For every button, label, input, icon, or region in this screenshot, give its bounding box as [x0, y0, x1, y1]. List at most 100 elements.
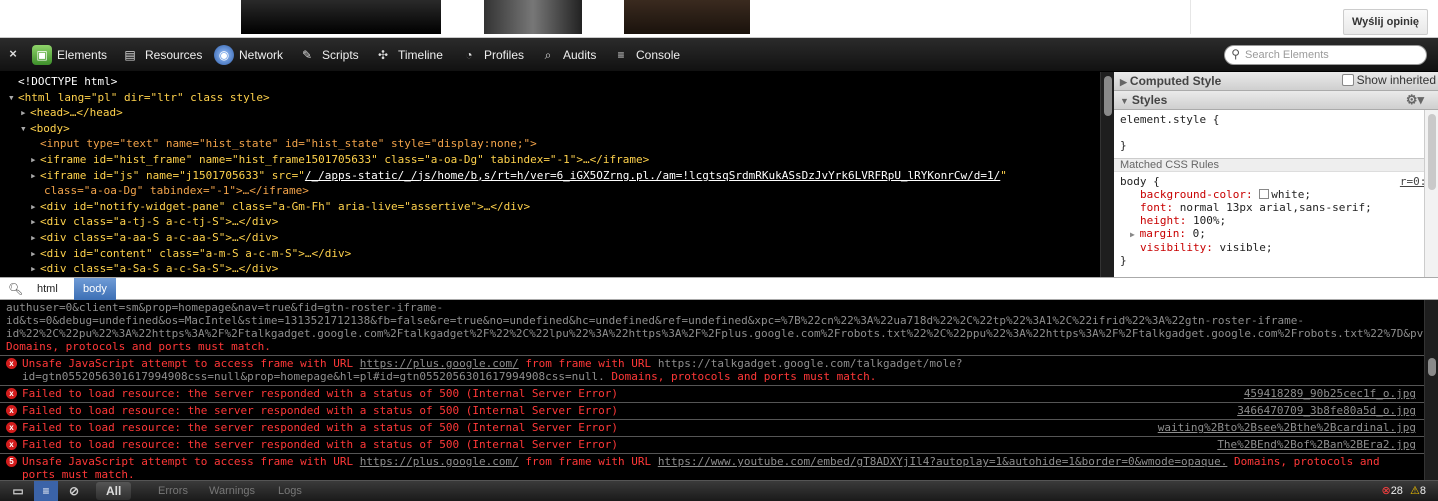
dom-node[interactable]: ▾ <body> [0, 121, 1100, 137]
dom-node[interactable]: ▸ <div class="a-tj-S a-c-tj-S">…</div> [0, 214, 1100, 230]
error-count-icon: ⊗ [1381, 485, 1391, 497]
filter-logs-button[interactable]: Logs [278, 481, 302, 501]
scroll-thumb[interactable] [1428, 358, 1436, 376]
console-message[interactable]: x Failed to load resource: the server re… [0, 386, 1424, 403]
dom-node[interactable]: ▸ <div class="a-aa-S a-c-aa-S">…</div> [0, 230, 1100, 246]
gear-icon[interactable]: ⚙▾ [1406, 91, 1424, 109]
collapse-arrow-icon[interactable]: ▸ [30, 199, 40, 214]
message-text: Failed to load resource: the server resp… [22, 404, 619, 417]
search-icon: ⚲ [1231, 47, 1240, 61]
dom-node[interactable]: ▸ <iframe id="js" name="j1501705633" src=… [0, 168, 1100, 184]
expand-arrow-icon[interactable]: ▾ [8, 90, 18, 105]
photo-thumbnail[interactable] [241, 0, 441, 34]
collapse-arrow-icon[interactable]: ▸ [30, 246, 40, 261]
url-link[interactable]: https://plus.google.com/ [360, 455, 519, 468]
dom-node[interactable]: <input type="text" name="hist_state" id=… [0, 136, 1100, 152]
resource-link[interactable]: 3466470709_3b8fe80a5d_o.jpg [1237, 404, 1416, 417]
console-message[interactable]: 5 Unsafe JavaScript attempt to access fr… [0, 454, 1424, 480]
tab-resources[interactable]: ▤ Resources [120, 44, 202, 66]
message-counts[interactable]: ⊗28 ⚠8 [1381, 484, 1426, 497]
search-elements-input[interactable]: Search Elements [1224, 45, 1427, 65]
console-scrollbar[interactable] [1424, 300, 1438, 480]
page-content-area: Wyślij opinię [0, 0, 1438, 38]
tab-audits[interactable]: ⌕ Audits [538, 44, 597, 66]
photo-thumbnail[interactable] [624, 0, 750, 34]
console-message[interactable]: x Failed to load resource: the server re… [0, 403, 1424, 420]
dom-node[interactable]: <!DOCTYPE html> [0, 74, 1100, 90]
tab-elements[interactable]: ▣ Elements [32, 44, 107, 66]
collapse-arrow-icon[interactable]: ▸ [30, 261, 40, 276]
expand-arrow-icon[interactable]: ▾ [20, 121, 30, 136]
dom-node[interactable]: ▸ <div class="a-Sa-S a-c-Sa-S">…</div> [0, 261, 1100, 277]
resource-link[interactable]: The%2BEnd%2Bof%2Ban%2BEra2.jpg [1217, 438, 1416, 451]
filter-warnings-button[interactable]: Warnings [209, 481, 255, 501]
computed-style-header[interactable]: ▶ Computed Style Show inherited [1114, 72, 1438, 91]
scroll-thumb[interactable] [1428, 114, 1436, 190]
section-title: Computed Style [1129, 74, 1222, 88]
tab-network[interactable]: ◉ Network [214, 44, 283, 66]
message-text: from frame with URL [525, 455, 652, 468]
collapse-arrow-icon[interactable]: ▸ [20, 105, 30, 120]
css-property[interactable]: ▶ margin: 0; [1120, 227, 1432, 241]
devtools-toolbar: × ▣ Elements ▤ Resources ◉ Network ✎ Scr… [0, 38, 1438, 72]
dom-node[interactable]: class="a-oa-Dg" tabindex="-1">…</iframe> [0, 183, 1100, 199]
tab-scripts[interactable]: ✎ Scripts [297, 44, 359, 66]
collapse-arrow-icon[interactable]: ▸ [30, 152, 40, 167]
collapse-arrow-icon[interactable]: ▸ [30, 214, 40, 229]
styles-header[interactable]: ▼ Styles ⚙▾ [1114, 91, 1438, 110]
collapse-arrow-icon[interactable]: ▸ [30, 168, 40, 183]
message-text: Unsafe JavaScript attempt to access fram… [22, 357, 354, 370]
css-property[interactable]: visibility: visible; [1120, 241, 1432, 254]
script-src-link[interactable]: /_/apps-static/_/js/home/b,s/rt=h/ver=6_… [305, 169, 1000, 182]
collapse-arrow-icon[interactable]: ▸ [30, 230, 40, 245]
url-link[interactable]: https://www.youtube.com/embed/gT8ADXYjIl… [658, 455, 1228, 468]
filter-all-button[interactable]: All [96, 482, 132, 500]
error-count: 28 [1390, 485, 1403, 497]
message-text: Failed to load resource: the server resp… [22, 438, 619, 451]
dock-icon[interactable]: ▭ [6, 481, 30, 501]
sidebar-scrollbar[interactable] [1424, 110, 1438, 277]
color-swatch-icon[interactable] [1259, 189, 1270, 199]
console-message[interactable]: x Failed to load resource: the server re… [0, 437, 1424, 454]
element-style-block[interactable]: element.style { } [1114, 110, 1438, 158]
css-property[interactable]: background-color: white; [1120, 188, 1432, 201]
close-icon[interactable]: × [6, 46, 20, 62]
clear-console-icon[interactable]: ⊘ [62, 481, 86, 501]
expand-arrow-icon[interactable]: ▶ [1130, 230, 1140, 239]
dom-tree[interactable]: <!DOCTYPE html> ▾ <html lang="pl" dir="lt… [0, 72, 1100, 277]
tab-profiles[interactable]: ◔ Profiles [459, 44, 524, 66]
dom-node[interactable]: ▾ <html lang="pl" dir="ltr" class style> [0, 90, 1100, 106]
dom-scrollbar[interactable] [1100, 72, 1114, 277]
breadcrumb-body[interactable]: body [74, 278, 116, 300]
breadcrumb: 🔍︎ html body [0, 277, 1438, 300]
breadcrumb-html[interactable]: html [28, 278, 67, 300]
console-message[interactable]: authuser=0&client=sm&prop=homepage&nav=t… [0, 300, 1424, 356]
dom-node[interactable]: ▸ <iframe id="hist_frame" name="hist_fram… [0, 152, 1100, 168]
dom-node[interactable]: ▸ <div id="notify-widget-pane" class="a-G… [0, 199, 1100, 215]
console-message[interactable]: x Failed to load resource: the server re… [0, 420, 1424, 437]
resource-link[interactable]: waiting%2Bto%2Bsee%2Bthe%2Bcardinal.jpg [1158, 421, 1416, 434]
timeline-icon: ✣ [377, 48, 389, 62]
css-rule-body[interactable]: body {r=0:1 background-color: white; fon… [1114, 172, 1438, 270]
url-link[interactable]: https://plus.google.com/ [360, 357, 519, 370]
console-toggle-icon[interactable]: ≡ [34, 481, 58, 501]
resource-link[interactable]: 459418289_90b25cec1f_o.jpg [1244, 387, 1416, 400]
scroll-thumb[interactable] [1104, 76, 1112, 116]
tab-label: Network [239, 48, 284, 62]
tab-label: Audits [563, 48, 597, 62]
dom-node[interactable]: ▸ <head>…</head> [0, 105, 1100, 121]
photo-thumbnail[interactable] [484, 0, 582, 34]
css-property[interactable]: font: normal 13px arial,sans-serif; [1120, 201, 1432, 214]
filter-errors-button[interactable]: Errors [158, 481, 188, 501]
console-message[interactable]: x Unsafe JavaScript attempt to access fr… [0, 356, 1424, 386]
checkbox-icon [1341, 74, 1354, 86]
css-property[interactable]: height: 100%; [1120, 214, 1432, 227]
tab-timeline[interactable]: ✣ Timeline [373, 44, 443, 66]
tab-label: Console [636, 48, 681, 62]
inspect-magnifier-icon[interactable]: 🔍︎ [8, 282, 23, 296]
tab-console[interactable]: ≡ Console [611, 44, 680, 66]
show-inherited-checkbox[interactable]: Show inherited [1341, 73, 1436, 87]
dom-node[interactable]: ▸ <div id="content" class="a-m-S a-c-m-S"… [0, 246, 1100, 262]
feedback-button[interactable]: Wyślij opinię [1342, 9, 1428, 35]
css-selector: body { [1120, 175, 1160, 188]
